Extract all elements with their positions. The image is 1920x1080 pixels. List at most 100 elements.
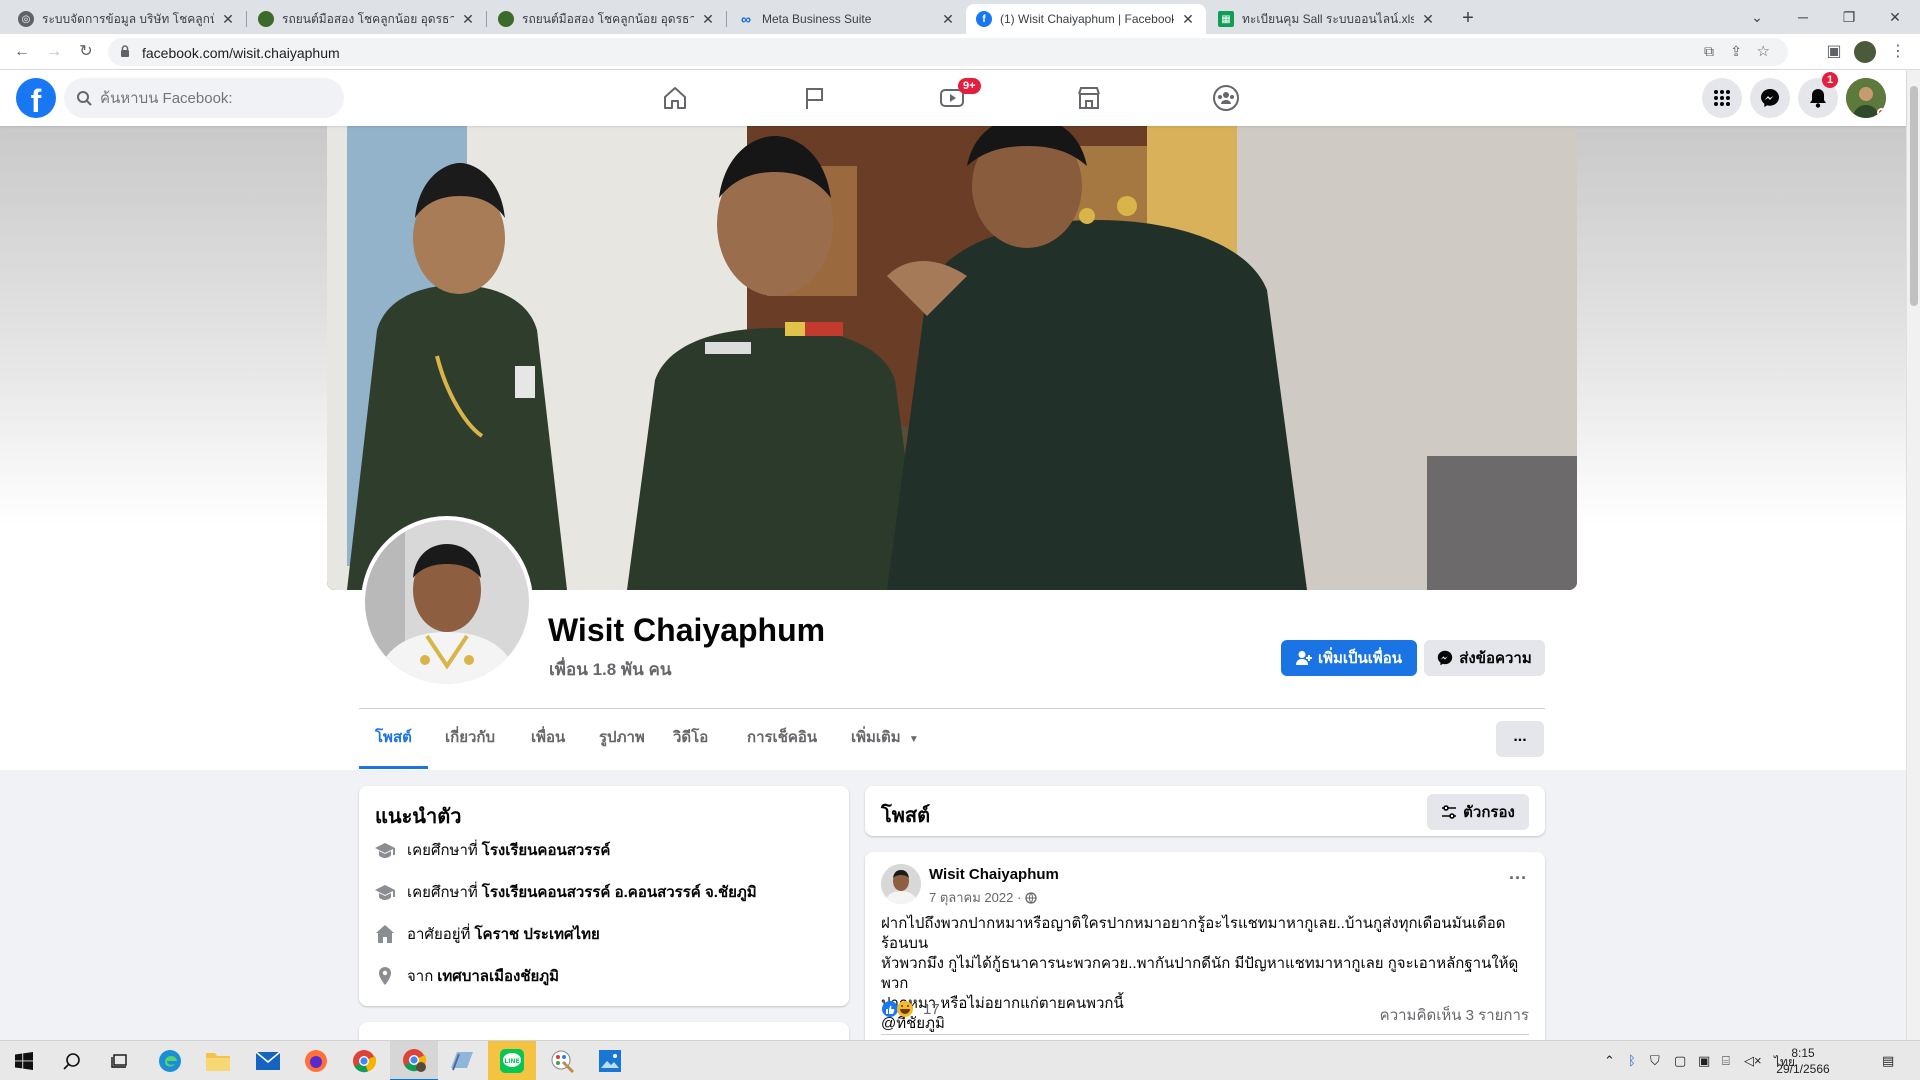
bluetooth-icon[interactable]: ᛒ <box>1628 1053 1636 1068</box>
side-panel-icon[interactable]: ▣ <box>1822 40 1846 64</box>
edge-app[interactable] <box>146 1041 194 1080</box>
forward-icon[interactable]: → <box>42 40 66 64</box>
intro-prefix: เคยศึกษาที่ <box>407 884 478 901</box>
send-message-button[interactable]: ส่งข้อความ <box>1424 640 1545 676</box>
groups-icon <box>1213 85 1239 111</box>
bookmark-star-icon[interactable]: ☆ <box>1757 42 1770 60</box>
tab-videos[interactable]: วิดีโอ <box>657 709 724 769</box>
tab-checkins[interactable]: การเช็คอิน <box>731 709 833 769</box>
public-globe-icon <box>1025 891 1037 904</box>
messenger-button[interactable] <box>1750 78 1790 118</box>
tab-search-icon[interactable]: ⌄ <box>1734 0 1780 34</box>
line-app[interactable]: LINE <box>488 1041 536 1080</box>
nav-pages[interactable] <box>759 70 871 126</box>
menu-grid-button[interactable] <box>1702 78 1742 118</box>
tab-about[interactable]: เกี่ยวกับ <box>429 709 511 769</box>
intro-prefix: จาก <box>407 968 434 985</box>
paint-app[interactable] <box>538 1041 586 1080</box>
volume-icon[interactable]: ◁× <box>1744 1053 1762 1069</box>
facebook-search[interactable] <box>64 78 344 118</box>
nav-groups[interactable] <box>1170 70 1282 126</box>
friend-count[interactable]: เพื่อน 1.8 พัน คน <box>549 656 671 683</box>
security-icon[interactable]: ⛉ <box>1650 1053 1660 1069</box>
close-tab-icon[interactable]: ✕ <box>460 11 476 27</box>
search-input[interactable] <box>100 88 330 108</box>
browser-tab-5-active[interactable]: f (1) Wisit Chaiyaphum | Facebook ✕ <box>966 4 1206 34</box>
reload-icon[interactable]: ↻ <box>74 40 98 64</box>
nav-marketplace[interactable] <box>1033 70 1145 126</box>
close-tab-icon[interactable]: ✕ <box>700 11 716 27</box>
tab-title: ทะเบียนคุม Sall ระบบออนไลน์.xlsx - G <box>1242 11 1414 26</box>
browser-tab-1[interactable]: ◎ ระบบจัดการข้อมูล บริษัท โชคลูกน้อย อ ✕ <box>8 4 246 34</box>
profile-picture[interactable] <box>361 516 533 688</box>
post-author-avatar[interactable] <box>881 864 921 904</box>
caret-down-icon: ▼ <box>908 734 919 745</box>
cover-photo[interactable] <box>327 126 1577 590</box>
close-window-icon[interactable]: ✕ <box>1872 0 1918 34</box>
new-tab-button[interactable]: + <box>1454 4 1482 32</box>
tab-more[interactable]: เพิ่มเติม ▼ <box>835 709 935 769</box>
like-haha-reaction-icons <box>882 1001 913 1017</box>
browser-tab-3[interactable]: รถยนต์มือสอง โชคลูกน้อย อุดรธานี ✕ <box>488 4 726 34</box>
chrome-app[interactable] <box>340 1041 388 1080</box>
intro-value[interactable]: โรงเรียนคอนสวรรค์ อ.คอนสวรรค์ จ.ชัยภูมิ <box>482 880 757 904</box>
nav-home[interactable] <box>619 70 731 126</box>
browser-tab-6[interactable]: ▦ ทะเบียนคุม Sall ระบบออนไลน์.xlsx - G ✕ <box>1208 4 1446 34</box>
photos-app[interactable] <box>586 1041 634 1080</box>
intro-value[interactable]: เทศบาลเมืองชัยภูมิ <box>437 964 559 988</box>
share-icon[interactable]: ⇪ <box>1730 43 1742 60</box>
network-icon[interactable]: ⌸ <box>1722 1053 1730 1069</box>
close-tab-icon[interactable]: ✕ <box>940 11 956 27</box>
system-clock[interactable]: 8:15 29/1/2566 <box>1766 1045 1840 1077</box>
browser-tab-4[interactable]: ∞ Meta Business Suite ✕ <box>728 4 966 34</box>
intro-value[interactable]: โรงเรียนคอนสวรรค์ <box>482 838 611 862</box>
address-bar[interactable]: facebook.com/wisit.chaiyaphum ⧉ ⇪ ☆ <box>108 38 1788 66</box>
post-author-name[interactable]: Wisit Chaiyaphum <box>929 866 1059 883</box>
task-view-icon <box>111 1054 127 1068</box>
add-friend-icon <box>1295 651 1312 665</box>
post-reactions[interactable]: 17 <box>881 1000 940 1018</box>
browser-toolbar: ← → ↻ facebook.com/wisit.chaiyaphum ⧉ ⇪ … <box>0 34 1920 70</box>
filter-button[interactable]: ตัวกรอง <box>1427 794 1529 830</box>
back-icon[interactable]: ← <box>10 40 34 64</box>
chrome-profile-app-active[interactable] <box>390 1041 438 1080</box>
close-tab-icon[interactable]: ✕ <box>220 11 236 27</box>
file-explorer-app[interactable] <box>194 1041 242 1080</box>
browser-profile-avatar[interactable] <box>1854 41 1876 63</box>
mail-app[interactable] <box>244 1041 292 1080</box>
intro-item: เคยศึกษาที่ โรงเรียนคอนสวรรค์ อ.คอนสวรรค์… <box>375 880 757 904</box>
firefox-app[interactable] <box>292 1041 340 1080</box>
browser-menu-icon[interactable]: ⋮ <box>1886 40 1910 64</box>
notification-center-icon[interactable]: ▤ <box>1882 1053 1894 1069</box>
page-scrollbar[interactable] <box>1906 70 1920 1040</box>
start-button[interactable] <box>0 1041 48 1080</box>
facebook-header: f 9+ 1 <box>0 70 1906 126</box>
post-timestamp[interactable]: 7 ตุลาคม 2022 · <box>929 887 1037 908</box>
intro-value[interactable]: โคราช ประเทศไทย <box>474 922 599 946</box>
post-options-icon[interactable]: ··· <box>1509 868 1527 889</box>
tab-photos[interactable]: รูปภาพ <box>583 709 661 769</box>
comment-count[interactable]: ความคิดเห็น 3 รายการ <box>1380 1003 1529 1027</box>
device-icon[interactable]: ▢ <box>1674 1053 1686 1069</box>
minimize-icon[interactable]: ─ <box>1780 0 1826 34</box>
profile-more-button[interactable]: ... <box>1496 721 1544 757</box>
restore-icon[interactable]: ❐ <box>1826 0 1872 34</box>
translate-icon[interactable]: ⧉ <box>1704 43 1714 60</box>
tab-posts[interactable]: โพสต์ <box>359 709 428 769</box>
app-launcher-app[interactable] <box>438 1041 486 1080</box>
search-button[interactable] <box>48 1041 96 1080</box>
browser-tab-2[interactable]: รถยนต์มือสอง โชคลูกน้อย อุดรธานี ✕ <box>248 4 486 34</box>
notifications-button[interactable]: 1 <box>1798 72 1839 118</box>
chrome-icon <box>353 1050 377 1073</box>
add-friend-button[interactable]: เพิ่มเป็นเพื่อน <box>1281 640 1417 676</box>
close-tab-icon[interactable]: ✕ <box>1420 11 1436 27</box>
task-view-button[interactable] <box>96 1041 144 1080</box>
scrollbar-thumb[interactable] <box>1910 86 1918 306</box>
nav-watch[interactable]: 9+ <box>896 70 1008 126</box>
tray-overflow-icon[interactable]: ⌃ <box>1604 1053 1615 1069</box>
tab-friends[interactable]: เพื่อน <box>515 709 581 769</box>
facebook-logo-icon[interactable]: f <box>16 78 56 119</box>
display-icon[interactable]: ▣ <box>1698 1053 1710 1069</box>
account-avatar[interactable] <box>1846 78 1886 118</box>
close-tab-icon[interactable]: ✕ <box>1180 11 1196 27</box>
